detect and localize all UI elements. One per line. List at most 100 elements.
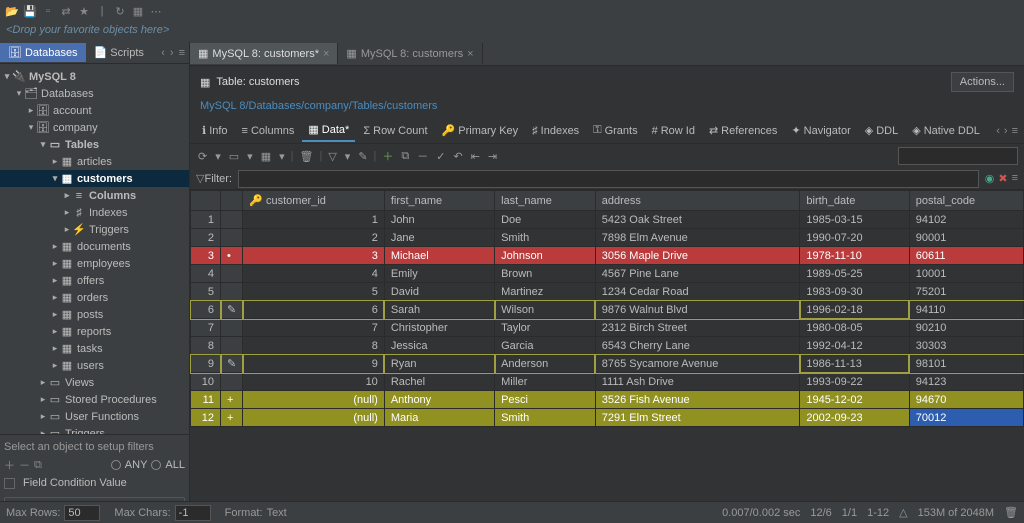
dropdown-icon[interactable]: ▾	[213, 148, 223, 165]
tree-table-documents[interactable]: ▸▦documents	[0, 238, 189, 255]
grid-icon[interactable]: ▦	[259, 148, 273, 165]
cell[interactable]: 90001	[909, 229, 1023, 247]
cell[interactable]: 1980-08-05	[800, 319, 909, 337]
cell[interactable]: 1993-09-22	[800, 373, 909, 391]
subtab-rowid[interactable]: #Row Id	[646, 121, 701, 141]
cell[interactable]: 10	[243, 373, 385, 391]
rownum[interactable]: 8	[191, 337, 221, 355]
cell[interactable]: 94102	[909, 211, 1023, 229]
cell[interactable]: 5	[243, 283, 385, 301]
search-input[interactable]	[898, 147, 1018, 165]
fcv-checkbox[interactable]	[4, 478, 15, 489]
tree-triggers[interactable]: ▸⚡Triggers	[0, 221, 189, 238]
cell[interactable]: Sarah	[384, 301, 494, 319]
cell[interactable]: Rachel	[384, 373, 494, 391]
tree-table-offers[interactable]: ▸▦offers	[0, 272, 189, 289]
edit-icon[interactable]: ✎	[356, 148, 369, 165]
col-first-name[interactable]: first_name	[384, 191, 494, 211]
warn-icon[interactable]: △	[899, 506, 907, 519]
editor-tab-1[interactable]: ▦MySQL 8: customers*×	[190, 43, 338, 64]
grid-icon[interactable]: ▦	[130, 3, 146, 19]
tree-table-customers[interactable]: ▾▦customers	[0, 170, 189, 187]
cell[interactable]: 8	[243, 337, 385, 355]
subtab-grants[interactable]: ⚿Grants	[587, 120, 643, 141]
tree-user-fns[interactable]: ▸▭User Functions	[0, 408, 189, 425]
save-icon[interactable]: 💾	[22, 3, 38, 19]
cell[interactable]: 1990-07-20	[800, 229, 909, 247]
close-icon[interactable]: ×	[323, 48, 329, 60]
rownum[interactable]: 4	[191, 265, 221, 283]
rownum[interactable]: 3	[191, 247, 221, 265]
cell[interactable]: 60611	[909, 247, 1023, 265]
radio-all[interactable]	[151, 460, 161, 470]
rownum[interactable]: 5	[191, 283, 221, 301]
delete-icon[interactable]: 🗑	[297, 148, 315, 165]
cell[interactable]: Doe	[495, 211, 596, 229]
next-icon[interactable]: ›	[168, 47, 176, 59]
cell[interactable]: 9876 Walnut Blvd	[595, 301, 800, 319]
tree-tables[interactable]: ▾▭Tables	[0, 136, 189, 153]
cell[interactable]: 1983-09-30	[800, 283, 909, 301]
cell[interactable]: 94123	[909, 373, 1023, 391]
col-customer-id[interactable]: 🔑 customer_id	[243, 191, 385, 211]
table-row[interactable]: 9✎9RyanAnderson8765 Sycamore Avenue1986-…	[191, 355, 1024, 373]
cell[interactable]: 1996-02-18	[800, 301, 909, 319]
dropdown-icon[interactable]: ▾	[343, 148, 353, 165]
cell[interactable]: Martinez	[495, 283, 596, 301]
cell[interactable]: 75201	[909, 283, 1023, 301]
cell[interactable]: 94110	[909, 301, 1023, 319]
actions-button[interactable]: Actions...	[951, 72, 1014, 92]
col-last-name[interactable]: last_name	[495, 191, 596, 211]
cell[interactable]: (null)	[243, 409, 385, 427]
rownum[interactable]: 11	[191, 391, 221, 409]
table-row[interactable]: 12+(null)MariaSmith7291 Elm Street2002-0…	[191, 409, 1024, 427]
cell[interactable]: 10001	[909, 265, 1023, 283]
cell[interactable]: (null)	[243, 391, 385, 409]
rownum[interactable]: 6	[191, 301, 221, 319]
tree-table-orders[interactable]: ▸▦orders	[0, 289, 189, 306]
tree-table-reports[interactable]: ▸▦reports	[0, 323, 189, 340]
export-icon[interactable]: ▭	[227, 148, 241, 165]
cell[interactable]: Jessica	[384, 337, 494, 355]
editor-tab-2[interactable]: ▦MySQL 8: customers×	[338, 43, 482, 64]
tree-table-articles[interactable]: ▸▦articles	[0, 153, 189, 170]
subtab-nav[interactable]: ✦Navigator	[785, 120, 856, 141]
cell[interactable]: 6543 Cherry Lane	[595, 337, 800, 355]
tree-triggers-2[interactable]: ▸▭Triggers	[0, 425, 189, 434]
cell[interactable]: 1234 Cedar Road	[595, 283, 800, 301]
cell[interactable]: Emily	[384, 265, 494, 283]
col-address[interactable]: address	[595, 191, 800, 211]
remove-row-icon[interactable]: －	[415, 146, 430, 166]
cell[interactable]: 70012	[909, 409, 1023, 427]
dropdown-icon[interactable]: ▾	[277, 148, 287, 165]
cell[interactable]: Jane	[384, 229, 494, 247]
cell[interactable]: Taylor	[495, 319, 596, 337]
rownum[interactable]: 7	[191, 319, 221, 337]
col-birth-date[interactable]: birth_date	[800, 191, 909, 211]
subtab-pk[interactable]: 🔑Primary Key	[436, 120, 525, 141]
menu-icon[interactable]: ≡	[1012, 125, 1018, 137]
cell[interactable]: 2002-09-23	[800, 409, 909, 427]
rownum[interactable]: 12	[191, 409, 221, 427]
cell[interactable]: 1986-11-13	[800, 355, 909, 373]
tree-views[interactable]: ▸▭Views	[0, 374, 189, 391]
copy-icon[interactable]: ⧉	[34, 459, 42, 472]
cell[interactable]: Garcia	[495, 337, 596, 355]
cell[interactable]: 1	[243, 211, 385, 229]
tree-databases[interactable]: ▾🗂Databases	[0, 85, 189, 102]
rownum[interactable]: 9	[191, 355, 221, 373]
table-row[interactable]: 3•3MichaelJohnson3056 Maple Drive1978-11…	[191, 247, 1024, 265]
db-icon[interactable]: ▫	[40, 3, 56, 19]
tree-columns[interactable]: ▸≡Columns	[0, 187, 189, 204]
cell[interactable]: Miller	[495, 373, 596, 391]
cell[interactable]: 3	[243, 247, 385, 265]
subtab-ddl[interactable]: ◈DDL	[859, 120, 904, 141]
cell[interactable]: 5423 Oak Street	[595, 211, 800, 229]
cell[interactable]: 6	[243, 301, 385, 319]
close-icon[interactable]: ×	[467, 48, 473, 60]
prev-icon[interactable]: ‹	[996, 125, 1000, 137]
refresh-icon[interactable]: ⟳	[196, 148, 209, 165]
table-row[interactable]: 11JohnDoe5423 Oak Street1985-03-1594102	[191, 211, 1024, 229]
subtab-info[interactable]: ℹInfo	[196, 120, 234, 141]
tree-table-tasks[interactable]: ▸▦tasks	[0, 340, 189, 357]
